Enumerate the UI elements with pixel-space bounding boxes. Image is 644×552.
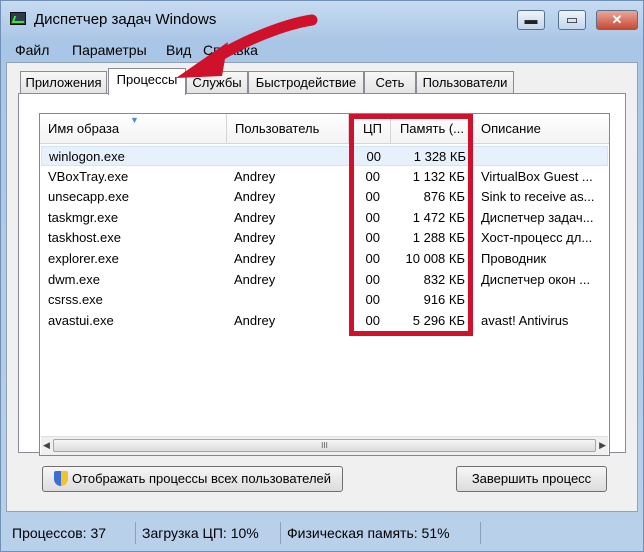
title-bar[interactable]: Диспетчер задач Windows ▬ ▭ ✕: [1, 1, 643, 35]
scroll-left-arrow-icon[interactable]: ◀: [43, 440, 50, 451]
show-all-processes-label: Отображать процессы всех пользователей: [71, 471, 332, 486]
scrollbar-thumb[interactable]: III: [53, 439, 596, 452]
column-header-user[interactable]: Пользователь: [227, 114, 349, 144]
process-description-cell: VirtualBox Guest ...: [481, 168, 593, 184]
process-image-cell: csrss.exe: [48, 292, 103, 308]
process-image-cell: avastui.exe: [48, 312, 114, 328]
process-row[interactable]: VBoxTray.exe Andrey 00 1 132 КБ VirtualBox G…: [41, 167, 608, 187]
process-row[interactable]: unsecapp.exe Andrey 00 876 КБ Sink to receiv…: [41, 187, 608, 207]
uac-shield-icon: [53, 471, 68, 486]
status-cpu-usage: Загрузка ЦП: 10%: [136, 522, 281, 544]
process-image-cell: explorer.exe: [48, 251, 119, 266]
process-user-cell: Andrey: [234, 230, 276, 246]
process-description-cell: Диспетчер окон ...: [481, 271, 591, 287]
minimize-button[interactable]: ▬: [517, 10, 545, 30]
process-image-cell: dwm.exe: [48, 271, 101, 287]
process-row[interactable]: winlogon.exe 00 1 328 КБ: [41, 146, 608, 166]
process-row[interactable]: dwm.exe Andrey 00 832 КБ Диспетчер окон ...: [41, 270, 608, 290]
status-process-count: Процессов: 37: [6, 522, 136, 544]
process-row[interactable]: taskmgr.exe Andrey 00 1 472 КБ Диспетчер зад…: [41, 208, 608, 228]
horizontal-scrollbar[interactable]: ◀ III ▶: [41, 436, 608, 455]
process-list[interactable]: Имя образа ▼ Пользователь ЦП Память (...…: [39, 113, 610, 456]
tab-applications[interactable]: Приложения: [20, 71, 107, 93]
tab-users[interactable]: Пользователи: [416, 71, 514, 93]
task-manager-app-icon: [10, 12, 26, 25]
process-image-cell: taskmgr.exe: [48, 209, 119, 225]
tab-networking[interactable]: Сеть: [364, 71, 416, 93]
process-row[interactable]: csrss.exe 00 916 КБ: [41, 290, 608, 310]
process-image-cell: VBoxTray.exe: [48, 168, 129, 184]
process-description-cell: Диспетчер задач...: [481, 209, 594, 225]
menu-help[interactable]: Справка: [203, 42, 258, 58]
column-header-image-label: Имя образа: [48, 121, 120, 136]
maximize-button[interactable]: ▭: [558, 10, 586, 30]
tab-processes[interactable]: Процессы: [108, 68, 186, 95]
process-description-cell: Проводник: [481, 251, 547, 266]
tab-services[interactable]: Службы: [186, 71, 248, 93]
process-image-cell: winlogon.exe: [49, 149, 125, 164]
sort-arrow-icon: ▼: [130, 115, 139, 125]
menu-file[interactable]: Файл: [15, 42, 49, 58]
process-row[interactable]: avastui.exe Andrey 00 5 296 КБ avast! Antivi…: [41, 311, 608, 331]
tab-performance[interactable]: Быстродействие: [248, 71, 364, 93]
process-user-cell: Andrey: [234, 189, 276, 205]
process-description-cell: avast! Antivirus: [481, 312, 569, 328]
menu-options[interactable]: Параметры: [72, 42, 147, 58]
show-all-processes-button[interactable]: Отображать процессы всех пользователей: [42, 466, 343, 492]
process-row[interactable]: explorer.exe Andrey 00 10 008 КБ Проводник: [41, 249, 608, 269]
process-description-cell: Хост-процесс дл...: [481, 230, 593, 246]
status-physical-memory: Физическая память: 51%: [281, 522, 481, 544]
highlight-frame: [349, 114, 473, 336]
process-user-cell: Andrey: [234, 312, 276, 328]
process-user-cell: Andrey: [234, 251, 276, 266]
end-process-button[interactable]: Завершить процесс: [456, 466, 607, 492]
process-description-cell: Sink to receive as...: [481, 189, 595, 205]
menu-view[interactable]: Вид: [166, 42, 191, 58]
process-row[interactable]: taskhost.exe Andrey 00 1 288 КБ Хост-процесс…: [41, 228, 608, 248]
task-manager-window: Диспетчер задач Windows ▬ ▭ ✕ Файл Парам…: [0, 0, 644, 552]
menu-bar: Файл Параметры Вид Справка: [5, 39, 639, 61]
status-bar: Процессов: 37 Загрузка ЦП: 10% Физическа…: [6, 518, 638, 549]
process-user-cell: Andrey: [234, 168, 276, 184]
scroll-right-arrow-icon[interactable]: ▶: [599, 440, 606, 451]
window-title: Диспетчер задач Windows: [34, 11, 217, 28]
process-user-cell: Andrey: [234, 209, 276, 225]
process-image-cell: unsecapp.exe: [48, 189, 129, 205]
process-user-cell: Andrey: [234, 271, 276, 287]
close-button[interactable]: ✕: [596, 10, 638, 30]
process-image-cell: taskhost.exe: [48, 230, 121, 246]
column-header-image[interactable]: Имя образа ▼: [40, 114, 227, 144]
column-header-description[interactable]: Описание: [473, 114, 609, 144]
